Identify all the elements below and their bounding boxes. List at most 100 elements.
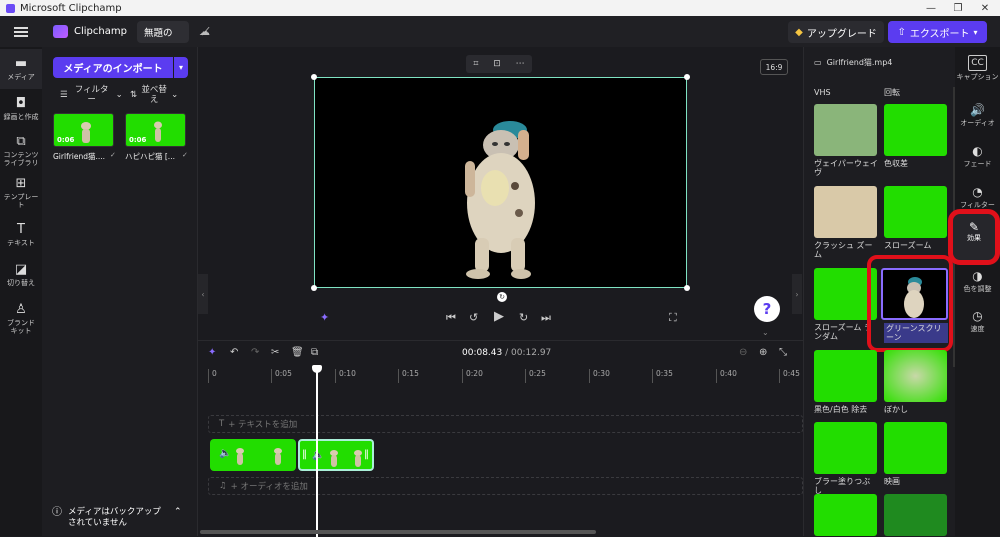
more-icon[interactable]: ⋯ bbox=[516, 59, 525, 69]
effect-tile-blur[interactable] bbox=[884, 350, 947, 402]
timeline-scrollbar[interactable] bbox=[200, 530, 596, 534]
chevron-down-icon[interactable]: ⌄ bbox=[762, 328, 769, 337]
preview-area: ⌗ ⊡ ⋯ 16:9 ↻ ✦ ⏮ ↺ ▶ ↻ ⏭ ⛶ ? ⌄ ‹ › bbox=[198, 47, 803, 340]
effect-tile-slow-zoom[interactable] bbox=[884, 186, 947, 238]
filter-icon: ☰ bbox=[60, 90, 68, 100]
aspect-ratio-button[interactable]: 16:9 bbox=[760, 59, 788, 75]
nav-media[interactable]: ▬ メディア bbox=[0, 49, 42, 89]
time-ruler[interactable]: 0 0:05 0:10 0:15 0:20 0:25 0:30 0:35 0:4… bbox=[208, 369, 803, 383]
effect-tile-crash-zoom[interactable] bbox=[814, 186, 877, 238]
rail-captions[interactable]: CC キャプション bbox=[955, 55, 1000, 81]
video-clip-selected[interactable]: ‖ 🔈 ‖ bbox=[298, 439, 374, 471]
fit-icon[interactable]: ⊡ bbox=[493, 59, 501, 69]
collapse-right-panel[interactable]: › bbox=[792, 274, 802, 314]
nav-text[interactable]: T テキスト bbox=[0, 223, 42, 248]
nav-brand-kit[interactable]: ♙ ブランド キット bbox=[0, 303, 42, 336]
fullscreen-icon[interactable]: ⛶ bbox=[669, 311, 677, 325]
import-dropdown-button[interactable]: ▾ bbox=[174, 57, 188, 78]
rail-adjust-color[interactable]: ◑ 色を調整 bbox=[955, 269, 1000, 293]
app-header: Clipchamp 無題の ☁̸ ◆ アップグレード ⇧ エクスポート ▾ bbox=[0, 16, 1000, 47]
magic-icon[interactable]: ✦ bbox=[320, 311, 329, 324]
play-icon[interactable]: ▶ bbox=[494, 309, 504, 324]
ruler-tick: 0:45 bbox=[779, 369, 800, 383]
rail-audio[interactable]: 🔊 オーディオ bbox=[955, 103, 1000, 127]
export-button[interactable]: ⇧ エクスポート ▾ bbox=[888, 21, 987, 43]
nav-label: ブランド キット bbox=[7, 319, 35, 335]
sort-icon: ⇅ bbox=[130, 90, 138, 100]
rewind-5-icon[interactable]: ↺ bbox=[469, 311, 478, 324]
library-icon: ⧉ bbox=[16, 134, 26, 149]
import-media-button[interactable]: メディアのインポート bbox=[53, 57, 173, 78]
filter-button[interactable]: ☰ フィルター ⌄ bbox=[60, 85, 123, 105]
rotate-handle[interactable]: ↻ bbox=[497, 292, 507, 302]
redo-icon[interactable]: ↷ bbox=[251, 347, 259, 358]
nav-library[interactable]: ⧉ コンテンツ ライブラリ bbox=[0, 134, 42, 168]
effect-tile[interactable] bbox=[814, 494, 877, 536]
effect-label: ヴェイパーウェイヴ bbox=[814, 159, 878, 177]
clipchamp-logo bbox=[53, 25, 68, 38]
effect-tile[interactable] bbox=[884, 494, 947, 536]
duplicate-icon[interactable]: ⧉ bbox=[311, 347, 318, 358]
zoom-in-icon[interactable]: ⊕ bbox=[759, 347, 767, 358]
sort-button[interactable]: ⇅ 並べ替え ⌄ bbox=[130, 85, 178, 105]
ruler-tick: 0:15 bbox=[398, 369, 419, 383]
maximize-button[interactable]: ❐ bbox=[944, 0, 972, 16]
video-clip[interactable]: 🔈 bbox=[210, 439, 296, 471]
menu-icon[interactable] bbox=[14, 26, 28, 37]
resize-handle[interactable] bbox=[311, 285, 317, 291]
media-thumbnail[interactable]: 0:06 bbox=[53, 113, 114, 147]
effects-tab-highlight[interactable]: ✎ 効果 bbox=[948, 209, 1000, 265]
skip-forward-icon[interactable]: ⏭ bbox=[541, 311, 551, 325]
resize-handle[interactable] bbox=[311, 74, 317, 80]
delete-icon[interactable]: 🗑 bbox=[291, 347, 304, 358]
trim-handle-icon[interactable]: ‖ bbox=[364, 449, 369, 460]
effect-tile-blur-fill[interactable] bbox=[814, 422, 877, 474]
folder-icon: ▬ bbox=[14, 56, 28, 71]
effect-tile-black-white-removal[interactable] bbox=[814, 350, 877, 402]
video-canvas[interactable] bbox=[314, 77, 687, 288]
nav-record[interactable]: ◘ 録画と作成 bbox=[0, 97, 42, 122]
magic-tools-icon[interactable]: ✦ bbox=[208, 347, 216, 358]
close-button[interactable]: ✕ bbox=[971, 0, 999, 16]
playhead[interactable] bbox=[312, 365, 322, 537]
ruler-tick: 0:10 bbox=[335, 369, 356, 383]
chevron-up-icon[interactable]: ⌃ bbox=[174, 507, 182, 529]
effect-tile-film[interactable] bbox=[884, 422, 947, 474]
forward-5-icon[interactable]: ↻ bbox=[519, 311, 528, 324]
resize-handle[interactable] bbox=[684, 285, 690, 291]
trim-handle-icon[interactable]: ‖ bbox=[302, 449, 307, 460]
add-text-label: + テキストを追加 bbox=[228, 420, 298, 430]
speaker-icon: 🔊 bbox=[970, 103, 985, 117]
rail-label: 速度 bbox=[970, 325, 985, 333]
ruler-tick: 0:30 bbox=[589, 369, 610, 383]
rail-effects[interactable]: ✎ 効果 bbox=[953, 220, 995, 242]
collapse-left-panel[interactable]: ‹ bbox=[198, 274, 208, 314]
chevron-down-icon: ▾ bbox=[973, 27, 978, 37]
nav-templates[interactable]: ⊞ テンプレート bbox=[0, 177, 42, 210]
upgrade-button[interactable]: ◆ アップグレード bbox=[788, 21, 884, 43]
skip-back-icon[interactable]: ⏮ bbox=[446, 311, 456, 325]
nav-transitions[interactable]: ◪ 切り替え bbox=[0, 263, 42, 288]
add-audio-track[interactable]: ♫ + オーディオを追加 bbox=[208, 477, 803, 495]
rail-filters[interactable]: ◔ フィルター bbox=[955, 185, 1000, 209]
ruler-tick: 0:40 bbox=[716, 369, 737, 383]
crop-icon[interactable]: ⌗ bbox=[473, 59, 478, 69]
effect-tile-chromatic[interactable] bbox=[884, 104, 947, 156]
resize-handle[interactable] bbox=[684, 74, 690, 80]
effect-label: 回転 bbox=[884, 88, 900, 97]
rail-label: オーディオ bbox=[960, 119, 995, 127]
effect-tile-vaporwave[interactable] bbox=[814, 104, 877, 156]
effect-label: ブラー塗りつぶし bbox=[814, 477, 871, 495]
zoom-out-icon[interactable]: ⊖ bbox=[739, 347, 747, 358]
split-icon[interactable]: ✂ bbox=[271, 347, 279, 358]
expand-icon[interactable]: ⤡ bbox=[779, 347, 787, 358]
rail-speed[interactable]: ◷ 速度 bbox=[955, 309, 1000, 333]
media-thumbnail[interactable]: 0:06 bbox=[125, 113, 186, 147]
undo-icon[interactable]: ↶ bbox=[230, 347, 238, 358]
project-name-field[interactable]: 無題の bbox=[136, 20, 189, 43]
add-audio-label: + オーディオを追加 bbox=[230, 482, 308, 492]
rail-fade[interactable]: ◐ フェード bbox=[955, 144, 1000, 168]
minimize-button[interactable]: — bbox=[917, 0, 945, 16]
add-text-track[interactable]: T + テキストを追加 bbox=[208, 415, 803, 433]
help-button[interactable]: ? bbox=[754, 296, 780, 322]
